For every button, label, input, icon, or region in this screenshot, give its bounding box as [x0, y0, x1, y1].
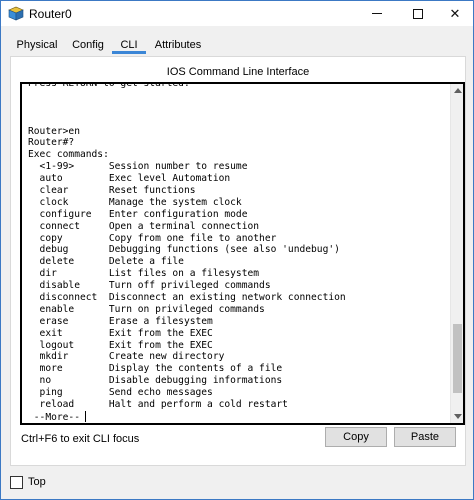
terminal-line: disconnect Disconnect an existing networ… [28, 292, 346, 304]
terminal-line: Router#? [28, 137, 75, 149]
terminal-line: reload Halt and perform a cold restart [28, 399, 288, 411]
terminal-line: Router>en [28, 125, 80, 137]
router-app-icon [8, 6, 24, 21]
terminal-line: Exec commands: [28, 149, 109, 161]
terminal-line: no Disable debugging informations [28, 375, 283, 387]
active-tab-indicator [112, 51, 146, 54]
close-button[interactable]: ✕ [439, 1, 471, 26]
terminal-line: configure Enter configuration mode [28, 208, 248, 220]
window-title: Router0 [29, 7, 72, 21]
scrollbar-thumb[interactable] [453, 324, 462, 393]
terminal-line: logout Exit from the EXEC [28, 339, 213, 351]
cli-terminal[interactable]: Press RETURN to get started. Router>en Rou… [20, 82, 465, 425]
text-cursor [84, 410, 86, 422]
minimize-icon [372, 13, 382, 14]
terminal-line: delete Delete a file [28, 256, 184, 268]
title-bar[interactable]: Router0 ✕ [1, 1, 473, 26]
top-checkbox[interactable] [10, 476, 23, 489]
terminal-line: more Display the contents of a file [28, 363, 283, 375]
cli-panel-title: IOS Command Line Interface [166, 66, 310, 78]
router-window: Router0 ✕ Physical Config CLI Attributes… [0, 0, 474, 500]
close-icon: ✕ [449, 5, 461, 21]
maximize-icon [413, 8, 423, 19]
terminal-line: connect Open a terminal connection [28, 220, 260, 232]
copy-button[interactable]: Copy [325, 427, 387, 447]
tab-physical[interactable]: Physical [11, 35, 63, 55]
terminal-line: exit Exit from the EXEC [28, 327, 213, 339]
terminal-line: dir List files on a filesystem [28, 268, 260, 280]
terminal-line: ping Send echo messages [28, 387, 213, 399]
top-checkbox-label: Top [28, 476, 46, 488]
terminal-line: <1-99> Session number to resume [28, 161, 248, 173]
terminal-scrollbar[interactable] [450, 84, 463, 423]
terminal-output: Press RETURN to get started. Router>en Rou… [28, 82, 438, 423]
cli-panel: IOS Command Line Interface Press RETURN … [10, 56, 466, 466]
scroll-down-button[interactable] [451, 410, 463, 423]
terminal-line: clock Manage the system clock [28, 196, 242, 208]
terminal-line: --More-- [28, 410, 438, 423]
tab-attributes[interactable]: Attributes [148, 35, 208, 55]
paste-button[interactable]: Paste [394, 427, 456, 447]
minimize-button[interactable] [361, 1, 393, 26]
maximize-button[interactable] [402, 1, 434, 26]
terminal-line: clear Reset functions [28, 185, 196, 197]
terminal-line: debug Debugging functions (see also 'und… [28, 244, 340, 256]
arrow-down-icon [453, 414, 462, 419]
focus-hint: Ctrl+F6 to exit CLI focus [21, 433, 140, 445]
terminal-line: disable Turn off privileged commands [28, 280, 271, 292]
terminal-line: Press RETURN to get started. [28, 82, 190, 89]
terminal-line: erase Erase a filesystem [28, 315, 213, 327]
tab-config[interactable]: Config [66, 35, 110, 55]
scroll-up-button[interactable] [451, 84, 463, 97]
terminal-line: copy Copy from one file to another [28, 232, 277, 244]
arrow-up-icon [453, 88, 462, 93]
terminal-line: enable Turn on privileged commands [28, 303, 265, 315]
terminal-line: auto Exec level Automation [28, 173, 231, 185]
terminal-line: mkdir Create new directory [28, 351, 225, 363]
